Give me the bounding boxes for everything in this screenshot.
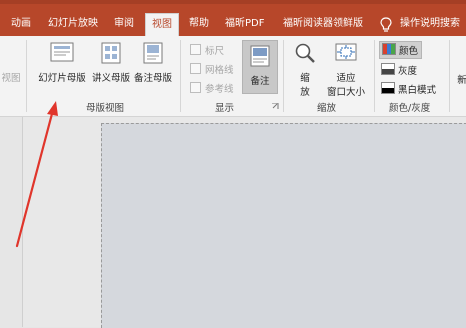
- notes-master-icon: [143, 42, 163, 64]
- fit-to-window-icon: [335, 43, 357, 61]
- slide-master-label: 幻灯片母版: [38, 73, 86, 84]
- guides-checkbox-box: [190, 82, 201, 93]
- notes-label: 备注: [250, 76, 270, 87]
- color-label: 颜色: [399, 46, 419, 57]
- title-bar-strip: [0, 0, 466, 4]
- grayscale-button[interactable]: 灰度: [381, 63, 417, 77]
- gridlines-checkbox[interactable]: 网格线: [190, 62, 234, 76]
- notes-master-label: 备注母版: [133, 73, 172, 84]
- gridlines-checkbox-box: [190, 63, 201, 74]
- ruler-checkbox-box: [190, 44, 201, 55]
- magnifier-icon: [295, 43, 315, 63]
- handout-master-icon: [101, 42, 121, 64]
- tab-foxit-pdf[interactable]: 福昕PDF: [225, 14, 264, 36]
- partial-view-label: 视图: [1, 73, 21, 84]
- guides-label: 参考线: [205, 84, 234, 95]
- notes-master-button[interactable]: 备注母版: [133, 42, 173, 84]
- notes-button[interactable]: 备注: [242, 40, 278, 94]
- lightbulb-icon[interactable]: [380, 17, 392, 33]
- group-separator: [283, 40, 284, 112]
- color-swatch-icon: [382, 43, 396, 55]
- zoom-button[interactable]: 缩 放: [291, 42, 319, 98]
- grayscale-label: 灰度: [398, 66, 418, 77]
- tab-slideshow[interactable]: 幻灯片放映: [48, 14, 98, 36]
- partial-view-button: 视图: [0, 70, 22, 84]
- tab-help[interactable]: 帮助: [189, 14, 209, 36]
- black-white-label: 黑白模式: [398, 85, 437, 96]
- handout-master-button[interactable]: 讲义母版: [91, 42, 131, 84]
- thumbnail-pane[interactable]: [0, 117, 23, 327]
- slide-master-icon: [50, 42, 74, 62]
- dialog-launcher-icon[interactable]: [272, 103, 279, 110]
- group-label-show: 显示: [215, 103, 235, 114]
- zoom-label-line2: 放: [300, 87, 310, 98]
- tab-foxit-reader[interactable]: 福昕阅读器领鲜版: [283, 14, 363, 36]
- fit-label-line1: 适应: [336, 73, 356, 84]
- group-label-color-grayscale: 颜色/灰度: [389, 103, 431, 114]
- zoom-label-line1: 缩: [300, 73, 310, 84]
- black-white-swatch-icon: [381, 82, 395, 94]
- notes-icon: [250, 45, 270, 67]
- group-label-zoom: 缩放: [317, 103, 337, 114]
- tab-animations[interactable]: 动画: [11, 14, 31, 36]
- slide-canvas[interactable]: [101, 123, 466, 328]
- group-separator: [374, 40, 375, 112]
- tab-view[interactable]: 视图: [145, 13, 179, 37]
- group-separator: [180, 40, 181, 112]
- fit-label-line2: 窗口大小: [326, 87, 365, 98]
- handout-master-label: 讲义母版: [91, 73, 130, 84]
- slide-master-button[interactable]: 幻灯片母版: [36, 42, 88, 84]
- ribbon-tab-bar: 动画 幻灯片放映 审阅 视图 帮助 福昕PDF 福昕阅读器领鲜版 操作说明搜索: [0, 0, 466, 37]
- fit-to-window-button[interactable]: 适应 窗口大小: [324, 42, 368, 98]
- ribbon: 视图 幻灯片母版 讲义母版 备注母版 母版视图 标尺 网格线 参考线 备注 显示…: [0, 36, 466, 117]
- ruler-checkbox[interactable]: 标尺: [190, 43, 224, 57]
- ruler-label: 标尺: [205, 46, 225, 57]
- new-window-button-partial[interactable]: 新: [455, 72, 466, 86]
- new-window-label-partial: 新: [457, 75, 466, 86]
- tab-review[interactable]: 审阅: [114, 14, 134, 36]
- gridlines-label: 网格线: [205, 65, 234, 76]
- tell-me-search[interactable]: 操作说明搜索: [400, 14, 460, 36]
- color-button[interactable]: 颜色: [379, 41, 423, 59]
- grayscale-swatch-icon: [381, 63, 395, 75]
- group-separator: [26, 40, 27, 112]
- group-label-master-views: 母版视图: [86, 103, 125, 114]
- group-separator: [449, 40, 450, 112]
- black-white-button[interactable]: 黑白模式: [381, 82, 436, 96]
- guides-checkbox[interactable]: 参考线: [190, 81, 234, 95]
